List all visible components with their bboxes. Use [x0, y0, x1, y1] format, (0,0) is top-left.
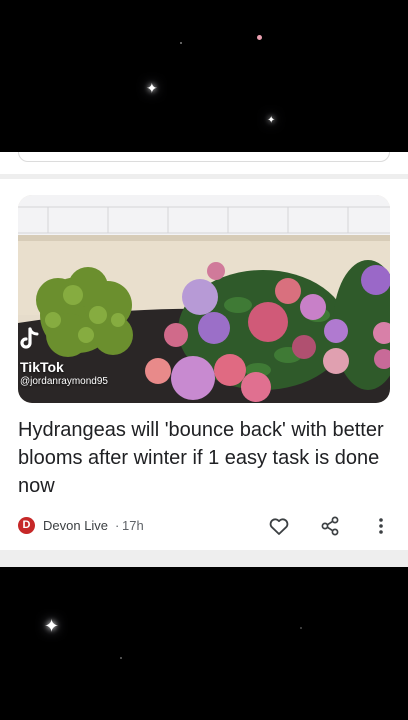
sparkle-icon: ✦	[267, 115, 276, 126]
news-feed: TikTok @jordanraymond95 Hydrangeas will …	[0, 152, 408, 567]
like-button[interactable]	[267, 514, 291, 538]
source-logo-icon: D	[18, 517, 35, 534]
previous-card	[0, 152, 408, 174]
sparkle-icon: ✦	[146, 80, 158, 96]
sparkle-icon: ✦	[44, 616, 60, 636]
previous-card-footer	[18, 152, 390, 162]
tiktok-logo-icon	[18, 327, 40, 353]
tiktok-watermark-user: @jordanraymond95	[20, 376, 108, 387]
background-bottom: ✦	[0, 567, 408, 720]
card-divider	[0, 550, 408, 567]
article-card[interactable]: TikTok @jordanraymond95 Hydrangeas will …	[0, 179, 408, 550]
more-options-button[interactable]	[369, 514, 393, 538]
hydrangea-photo	[18, 195, 390, 403]
share-icon	[321, 516, 339, 536]
article-age: 17h	[122, 518, 144, 533]
star	[180, 42, 182, 44]
meta-separator: ·	[115, 518, 120, 533]
more-vert-icon	[379, 518, 383, 534]
star	[120, 657, 122, 659]
article-meta-row: D Devon Live · 17h	[18, 514, 390, 538]
share-button[interactable]	[318, 514, 342, 538]
article-thumbnail[interactable]: TikTok @jordanraymond95	[18, 195, 390, 403]
heart-icon	[269, 518, 289, 535]
article-headline[interactable]: Hydrangeas will 'bounce back' with bette…	[18, 416, 390, 500]
tiktok-watermark-brand: TikTok	[20, 359, 64, 375]
star	[257, 35, 262, 40]
star	[300, 627, 302, 629]
source-name[interactable]: Devon Live	[43, 518, 108, 533]
background-top: ✦ ✦	[0, 0, 408, 152]
